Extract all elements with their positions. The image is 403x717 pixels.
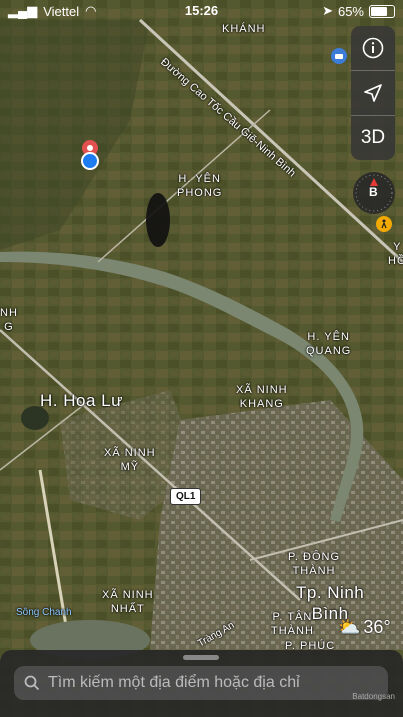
battery-icon [369, 4, 395, 18]
car-poi-icon[interactable] [331, 48, 347, 64]
watermark: Batdongsan [352, 692, 395, 701]
place-label-yen-phong: H. YÊN PHONG [177, 173, 223, 199]
sheet-grabber[interactable] [183, 655, 219, 660]
place-label-ninh-khang: XÃ NINH KHANG [236, 384, 288, 410]
search-sheet[interactable]: Tìm kiếm một địa điểm hoặc địa chỉ Batdo… [0, 650, 403, 717]
info-button[interactable] [351, 26, 395, 71]
location-status-icon: ➤ [322, 3, 333, 18]
compass-button[interactable]: B [353, 172, 395, 214]
place-label-left-edge: NH G [0, 307, 18, 333]
status-bar: ▂▄▆ Viettel ◠ 15:26 ➤ 65% [0, 0, 403, 22]
search-input[interactable]: Tìm kiếm một địa điểm hoặc địa chỉ [14, 666, 388, 700]
place-label-hoa-lu: H. Hoa Lư [40, 391, 123, 410]
locate-me-button[interactable] [351, 71, 395, 116]
place-label-yen-quang: H. YÊN QUANG [306, 331, 352, 357]
location-arrow-icon [364, 84, 382, 102]
highway-shield-ql1: QL1 [170, 488, 202, 505]
place-label-dong-thanh: P. ĐÔNG THÀNH [288, 551, 341, 577]
search-placeholder: Tìm kiếm một địa điểm hoặc địa chỉ [48, 674, 300, 691]
place-label-tan-thanh: P. TÂN THÀNH [271, 611, 314, 637]
pedestrian-poi-icon[interactable] [376, 216, 392, 232]
3d-toggle-button[interactable]: 3D [351, 116, 395, 160]
place-label-ninh-my: XÃ NINH MỸ [104, 447, 156, 473]
battery-percent: 65% [337, 3, 364, 19]
weather-widget[interactable]: ⛅ 36° [338, 617, 391, 638]
info-icon [362, 37, 384, 59]
search-icon [24, 675, 40, 691]
place-label-yen-edge: Y HỒ [388, 241, 403, 267]
place-label-ninh-nhat: XÃ NINH NHẤT [102, 589, 154, 615]
dropped-pin-icon[interactable] [79, 139, 101, 173]
partly-cloudy-icon: ⛅ [338, 617, 361, 637]
river-label-song-chanh: Sông Chanh [16, 607, 72, 618]
map-controls: 3D [351, 26, 395, 160]
temperature: 36° [363, 617, 391, 637]
compass-letter: B [369, 185, 378, 199]
place-label-khanh: KHÁNH [222, 23, 266, 35]
battery-fill [371, 6, 387, 16]
